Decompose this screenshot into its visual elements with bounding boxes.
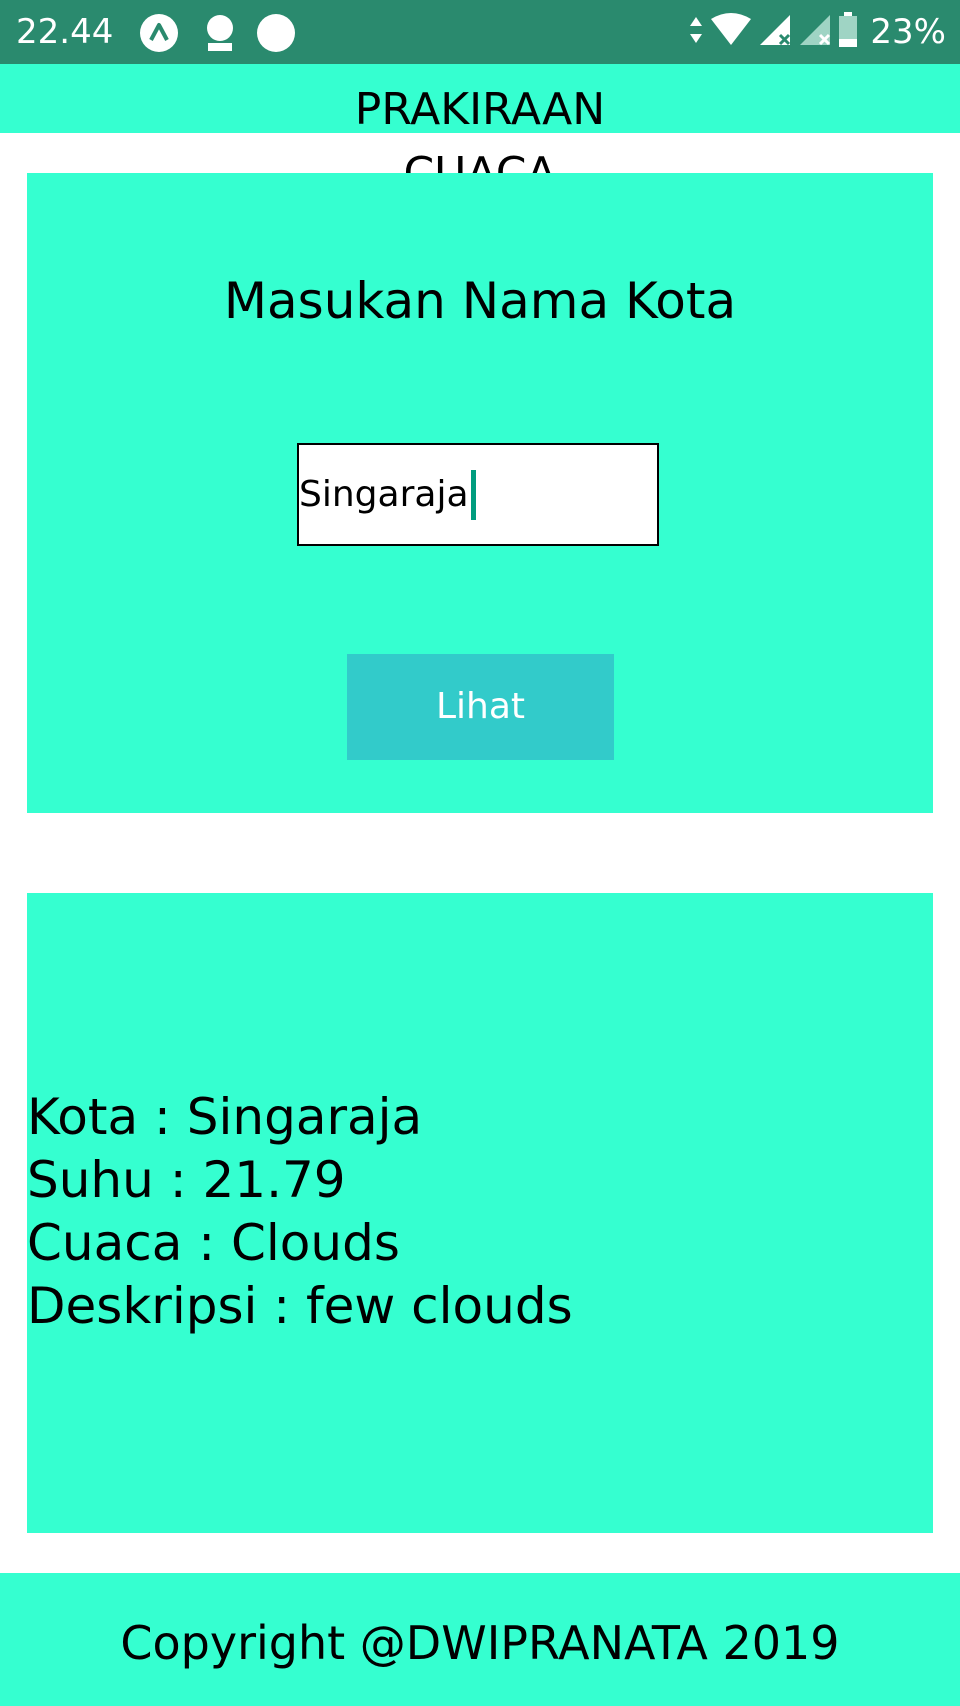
city-input-value: Singaraja: [299, 473, 469, 515]
text-caret: [470, 469, 476, 520]
a-icon: [139, 13, 179, 53]
app-header: PRAKIRAAN CUACA: [0, 64, 960, 199]
battery-percent: 23%: [870, 12, 946, 52]
footer: Copyright @DWIPRANATA 2019: [0, 1573, 960, 1706]
search-card: Masukan Nama Kota Singaraja Lihat: [27, 173, 933, 813]
bmkg-icon: [200, 13, 240, 53]
lihat-button[interactable]: Lihat: [347, 654, 614, 760]
signal-x-icon: [758, 13, 792, 51]
city-input[interactable]: Singaraja: [297, 443, 659, 546]
status-bar: 22.44 23%: [0, 0, 960, 64]
signal-x-icon: [798, 13, 832, 51]
wifi-icon: [710, 13, 752, 51]
result-city: Kota : Singaraja: [27, 1088, 423, 1146]
result-temperature: Suhu : 21.79: [27, 1151, 346, 1209]
status-right: 23%: [688, 12, 946, 52]
result-description: Deskripsi : few clouds: [27, 1277, 573, 1335]
footer-copyright: Copyright @DWIPRANATA 2019: [120, 1616, 840, 1670]
result-weather: Cuaca : Clouds: [27, 1214, 400, 1272]
status-time: 22.44: [16, 12, 114, 52]
battery-icon: [838, 12, 858, 52]
result-card: Kota : Singaraja Suhu : 21.79 Cuaca : Cl…: [27, 893, 933, 1533]
result-list: Kota : Singaraja Suhu : 21.79 Cuaca : Cl…: [27, 1086, 573, 1338]
circle-icon: [256, 13, 296, 53]
data-arrows-icon: [688, 15, 704, 49]
search-heading: Masukan Nama Kota: [223, 272, 737, 330]
